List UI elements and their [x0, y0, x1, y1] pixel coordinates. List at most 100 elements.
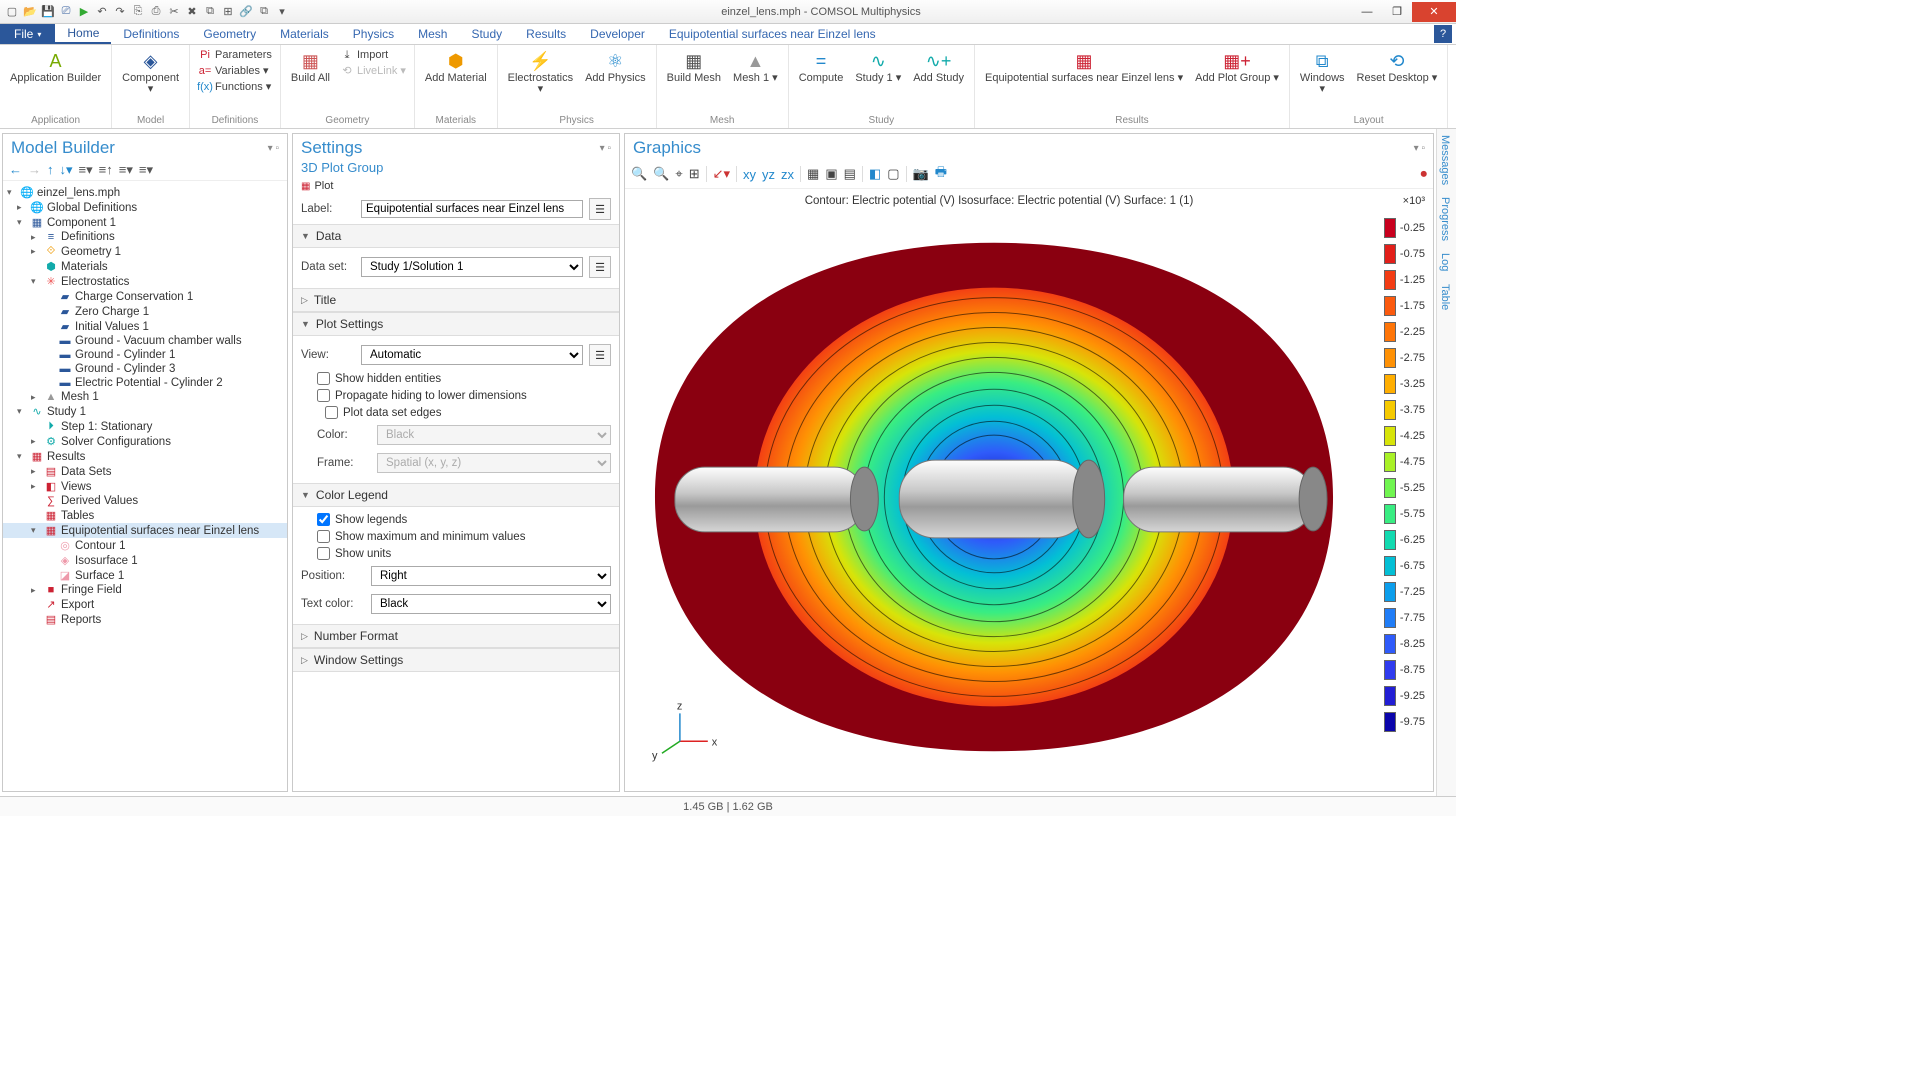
textcolor-select[interactable]: Black [371, 594, 611, 614]
print-icon[interactable]: 🖶 [935, 163, 947, 185]
tree-node[interactable]: ◪Surface 1 [3, 568, 287, 583]
tab-geometry[interactable]: Geometry [191, 24, 268, 44]
recording-icon[interactable]: ⏺ [1421, 166, 1428, 182]
qat-screenshot-icon[interactable]: ⊞ [220, 4, 236, 20]
qat-paste-icon[interactable]: ⎙ [148, 4, 164, 20]
qat-link-icon[interactable]: 🔗 [238, 4, 254, 20]
plot-group-context-button[interactable]: ▦Equipotential surfaces near Einzel lens… [981, 47, 1187, 86]
qat-run-icon[interactable]: ▶ [76, 4, 92, 20]
qat-new-icon[interactable]: ▢ [4, 4, 20, 20]
dataset-select[interactable]: Study 1/Solution 1 [361, 257, 583, 277]
variables-button[interactable]: a=Variables ▾ [196, 63, 274, 79]
qat-copy-icon[interactable]: ⎘ [130, 4, 146, 20]
snapshot-icon[interactable]: 📷 [913, 166, 929, 182]
qat-cut-icon[interactable]: ✂ [166, 4, 182, 20]
qat-window-icon[interactable]: ⧉ [256, 4, 272, 20]
labels-icon[interactable]: ▤ [844, 166, 856, 182]
tree-node[interactable]: ⬢Materials [3, 259, 287, 274]
label-input[interactable] [361, 200, 583, 218]
plot-label[interactable]: Plot [314, 180, 333, 192]
section-data[interactable]: ▼Data [293, 224, 619, 248]
dataset-goto-button[interactable]: ☰ [589, 256, 611, 278]
tab-mesh[interactable]: Mesh [406, 24, 459, 44]
position-select[interactable]: Right [371, 566, 611, 586]
mb-down-icon[interactable]: ↓▾ [60, 162, 73, 178]
zoom-extents-icon[interactable]: ⊞ [689, 166, 700, 182]
graphics-viewport[interactable]: Contour: Electric potential (V) Isosurfa… [625, 189, 1433, 791]
mb-view2-icon[interactable]: ≡▾ [139, 162, 153, 178]
view-xy-icon[interactable]: xy [743, 167, 756, 182]
tree-node[interactable]: ▬Ground - Cylinder 1 [3, 348, 287, 362]
qat-dropdown-icon[interactable]: ▾ [274, 4, 290, 20]
file-menu-button[interactable]: File [0, 24, 55, 44]
study-1-button[interactable]: ∿Study 1 ▾ [851, 47, 905, 86]
zoom-box-icon[interactable]: ⌖ [675, 166, 682, 182]
tree-node[interactable]: ▸◧Views [3, 479, 287, 494]
add-physics-button[interactable]: ⚛Add Physics [581, 47, 650, 86]
sidetab-table[interactable]: Table [1437, 278, 1453, 316]
tab-definitions[interactable]: Definitions [111, 24, 191, 44]
tree-node[interactable]: ▾✳Electrostatics [3, 274, 287, 289]
tree-node[interactable]: ↗Export [3, 597, 287, 612]
tree-node[interactable]: ▸⚙Solver Configurations [3, 434, 287, 449]
help-button[interactable]: ? [1434, 25, 1452, 43]
show-legends-checkbox[interactable] [317, 513, 330, 526]
view-default-icon[interactable]: ↙▾ [713, 166, 730, 182]
view-select[interactable]: Automatic [361, 345, 583, 365]
tree-node[interactable]: ⏵Step 1: Stationary [3, 419, 287, 434]
qat-saveall-icon[interactable]: ⎚ [58, 4, 74, 20]
tab-context[interactable]: Equipotential surfaces near Einzel lens [657, 24, 888, 44]
maximize-button[interactable]: ❐ [1382, 2, 1412, 22]
tree-node[interactable]: ▰Charge Conservation 1 [3, 289, 287, 304]
view-goto-button[interactable]: ☰ [589, 344, 611, 366]
tab-study[interactable]: Study [459, 24, 514, 44]
tree-node[interactable]: ∑Derived Values [3, 494, 287, 508]
sidetab-progress[interactable]: Progress [1437, 191, 1453, 247]
compute-button[interactable]: =Compute [795, 47, 848, 86]
sidetab-log[interactable]: Log [1437, 247, 1453, 277]
settings-menu-icon[interactable]: ▾ ▫ [600, 143, 611, 154]
tree-node[interactable]: ◎Contour 1 [3, 538, 287, 553]
select-icon[interactable]: ◧ [869, 166, 881, 182]
tree-node[interactable]: ▾▦Results [3, 449, 287, 464]
axes-icon[interactable]: ▣ [825, 166, 837, 182]
tree-node[interactable]: ▤Reports [3, 612, 287, 627]
qat-delete-icon[interactable]: ✖ [184, 4, 200, 20]
build-all-button[interactable]: ▦Build All [287, 47, 334, 86]
component-button[interactable]: ◈Component▾ [118, 47, 183, 97]
section-color-legend[interactable]: ▼Color Legend [293, 483, 619, 507]
build-mesh-button[interactable]: ▦Build Mesh [663, 47, 725, 86]
qat-open-icon[interactable]: 📂 [22, 4, 38, 20]
grid-icon[interactable]: ▦ [807, 166, 819, 182]
plot-edges-checkbox[interactable] [325, 406, 338, 419]
tree-node[interactable]: ▰Zero Charge 1 [3, 304, 287, 319]
electrostatics-button[interactable]: ⚡Electrostatics▾ [504, 47, 577, 97]
add-study-button[interactable]: ∿+Add Study [909, 47, 968, 86]
hide-icon[interactable]: ▢ [887, 166, 899, 182]
tree-node[interactable]: ▸■Fringe Field [3, 583, 287, 597]
tab-home[interactable]: Home [55, 24, 111, 44]
sidetab-messages[interactable]: Messages [1437, 129, 1453, 191]
tab-physics[interactable]: Physics [341, 24, 406, 44]
tree-node[interactable]: ▸🌐Global Definitions [3, 200, 287, 215]
section-window-settings[interactable]: ▷Window Settings [293, 648, 619, 672]
label-goto-button[interactable]: ☰ [589, 198, 611, 220]
tree-node[interactable]: ▦Tables [3, 508, 287, 523]
graphics-menu-icon[interactable]: ▾ ▫ [1414, 143, 1425, 154]
tab-results[interactable]: Results [514, 24, 578, 44]
tree-node[interactable]: ▸≡Definitions [3, 230, 287, 244]
tree-node[interactable]: ▬Ground - Vacuum chamber walls [3, 334, 287, 348]
tree-node[interactable]: ▬Electric Potential - Cylinder 2 [3, 376, 287, 390]
qat-undo-icon[interactable]: ↶ [94, 4, 110, 20]
mb-up-icon[interactable]: ↑ [47, 162, 54, 178]
tab-materials[interactable]: Materials [268, 24, 341, 44]
section-number-format[interactable]: ▷Number Format [293, 624, 619, 648]
show-minmax-checkbox[interactable] [317, 530, 330, 543]
tree-node[interactable]: ▬Ground - Cylinder 3 [3, 362, 287, 376]
tree-node[interactable]: ▸▲Mesh 1 [3, 390, 287, 404]
close-button[interactable]: ✕ [1412, 2, 1456, 22]
propagate-checkbox[interactable] [317, 389, 330, 402]
show-hidden-checkbox[interactable] [317, 372, 330, 385]
tree-node[interactable]: ◈Isosurface 1 [3, 553, 287, 568]
functions-button[interactable]: f(x)Functions ▾ [196, 79, 274, 95]
